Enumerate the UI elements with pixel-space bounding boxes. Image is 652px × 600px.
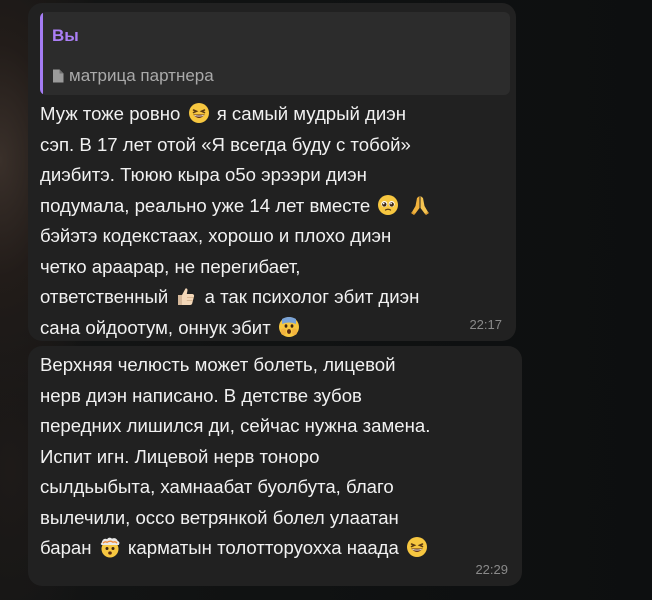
message-timestamp: 22:29 xyxy=(475,562,508,577)
message-line: нерв диэн написано. В детстве зубов xyxy=(40,381,430,412)
reply-accent-bar xyxy=(40,12,43,95)
message-text-run: карматын толотторуохха наада xyxy=(122,537,405,558)
pleading-emoji-icon xyxy=(377,194,399,216)
message-line: баран карматын толотторуохха наада xyxy=(40,533,430,564)
message-line: вылечили, оссо ветрянкой болел улаатан xyxy=(40,503,430,534)
message-line: ответственный а так психолог эбит диэн xyxy=(40,282,433,313)
reply-author: Вы xyxy=(52,26,79,45)
message-text-run: вылечили, оссо ветрянкой болел улаатан xyxy=(40,506,399,528)
message-text-run: сэп. В 17 лет отой «Я всегда буду с тобо… xyxy=(40,133,411,155)
reply-preview[interactable]: Вы матрица партнера xyxy=(40,12,510,95)
message-text-run: подумала, реально уже 14 лет вместе xyxy=(40,194,376,216)
message-text-run: Муж тоже ровно xyxy=(40,103,186,124)
reply-quote-line: матрица партнера xyxy=(52,66,214,86)
message-line: четко араарар, не перегибает, xyxy=(40,252,433,283)
grin-emoji-icon xyxy=(406,536,428,558)
pray-emoji-icon xyxy=(409,194,431,216)
message-text: Муж тоже ровно я самый мудрый диэн сэп. В… xyxy=(40,99,433,343)
reply-quote-text: матрица партнера xyxy=(69,66,214,85)
thumbsup-emoji-icon xyxy=(175,285,197,307)
exploding-emoji-icon xyxy=(99,536,121,558)
message-text-run: Верхняя челюсть может болеть, лицевой xyxy=(40,354,396,375)
grin-emoji-icon xyxy=(188,102,210,124)
message-text-run: передних лишился ди, сейчас нужна замена… xyxy=(40,415,431,436)
message-text-run: диэбитэ. Тююю кыра о5о эрээри диэн xyxy=(40,164,367,185)
message-text-run: а так психолог эбит диэн xyxy=(199,286,420,307)
document-icon xyxy=(53,69,64,83)
message-text-run: ответственный xyxy=(40,286,174,307)
message-line: сылдьыбыта, хамнаабат буолбута, благо xyxy=(40,472,430,503)
message-line: передних лишился ди, сейчас нужна замена… xyxy=(40,411,430,442)
message-text-run: Испит игн. Лицевой нерв тоноро xyxy=(40,445,320,467)
message-text-run: сылдьыбыта, хамнаабат буолбута, благо xyxy=(40,476,394,497)
message-text-run: я самый мудрый диэн xyxy=(211,103,407,124)
message-line: бэйэтэ кодекстаах, хорошо и плохо диэн xyxy=(40,221,433,252)
message-bubble-2[interactable]: Верхняя челюсть может болеть, лицевой нер… xyxy=(28,346,522,586)
message-text-run: баран xyxy=(40,537,97,558)
message-text-run: сана ойдоотум, оннук эбит xyxy=(40,316,276,338)
message-line: Испит игн. Лицевой нерв тоноро xyxy=(40,442,430,473)
message-line: Муж тоже ровно я самый мудрый диэн xyxy=(40,99,433,130)
message-text: Верхняя челюсть может болеть, лицевой нер… xyxy=(40,350,430,564)
message-text-run: бэйэтэ кодекстаах, хорошо и плохо диэн xyxy=(40,225,392,246)
message-line: сана ойдоотум, оннук эбит xyxy=(40,313,433,344)
message-line: диэбитэ. Тююю кыра о5о эрээри диэн xyxy=(40,160,433,191)
message-text-run: четко араарар, не перегибает, xyxy=(40,255,301,277)
message-line: сэп. В 17 лет отой «Я всегда буду с тобо… xyxy=(40,130,433,161)
message-timestamp: 22:17 xyxy=(469,317,502,332)
message-line: подумала, реально уже 14 лет вместе xyxy=(40,191,433,222)
message-text-run xyxy=(401,195,406,216)
message-line: Верхняя челюсть может болеть, лицевой xyxy=(40,350,430,381)
message-bubble-1[interactable]: Вы матрица партнера Муж тоже ровно я сам… xyxy=(28,3,516,341)
message-text-run: нерв диэн написано. В детстве зубов xyxy=(40,384,362,406)
fearful-emoji-icon xyxy=(278,316,300,338)
